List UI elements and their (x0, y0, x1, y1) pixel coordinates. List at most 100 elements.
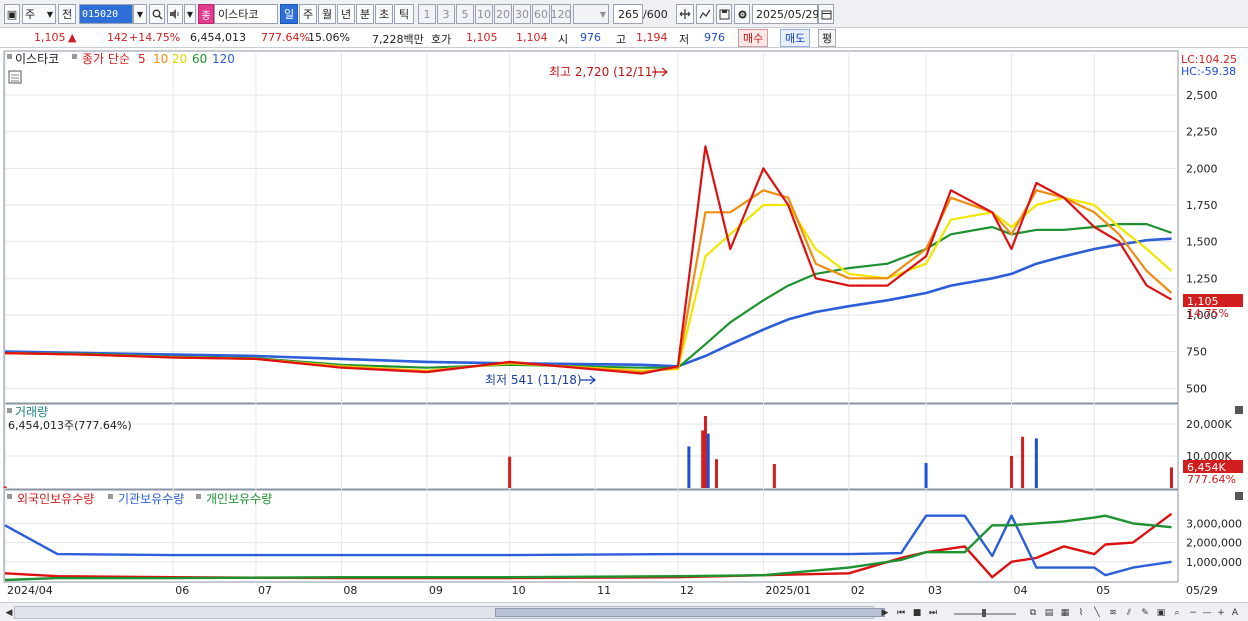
speaker-dropdown-button[interactable]: ▼ (184, 4, 196, 24)
table-icon[interactable]: ▦ (1058, 606, 1072, 620)
code-dropdown-button[interactable]: ▼ (133, 4, 147, 24)
interval-1-button[interactable]: 1 (418, 4, 436, 24)
channel-icon[interactable]: ⫽ (1122, 606, 1136, 620)
scroll-stop-icon[interactable]: ■ (910, 606, 924, 620)
close-panel-icon[interactable] (1235, 406, 1243, 414)
chart-area[interactable]: 500 750 1,000 1,250 1,500 1,750 2,000 2,250 2,50… (0, 48, 1248, 602)
panel-handle-icon[interactable] (72, 54, 77, 59)
layout-icon[interactable]: ▣ (4, 4, 20, 24)
trendline-tool-icon[interactable] (696, 4, 714, 24)
x-tick-label: 2024/04 (7, 584, 53, 597)
ma60-label: 60 (192, 52, 207, 66)
price-y-tick-label: 1,500 (1186, 236, 1218, 249)
period-minute-tab[interactable]: 분 (356, 4, 374, 24)
period-month-tab[interactable]: 월 (318, 4, 336, 24)
chart-svg[interactable]: 5007501,0001,2501,5001,7502,0002,2502,50… (0, 48, 1248, 602)
x-tick-label: 10 (512, 584, 526, 597)
prev-button[interactable]: 전 (58, 4, 76, 24)
copy-icon[interactable]: ⧉ (1026, 606, 1040, 620)
market-select[interactable]: 주 ▼ (22, 4, 56, 24)
volume-bar (3, 486, 7, 488)
legend-institution: 기관보유수량 (118, 492, 184, 506)
interval-120-button[interactable]: 120 (551, 4, 572, 24)
erase-icon[interactable]: ✎ (1138, 606, 1152, 620)
interval-30-button[interactable]: 30 (513, 4, 531, 24)
open-label: 시 (558, 33, 569, 46)
ask-price: 1,105 (466, 31, 498, 44)
scroll-end-icon[interactable]: ⏭ (926, 606, 940, 620)
drawing-icon[interactable]: ⌇ (1074, 606, 1088, 620)
period-day-tab[interactable]: 일 (280, 4, 298, 24)
buy-button[interactable]: 매수 (738, 29, 769, 47)
date-input[interactable]: 2025/05/29 (752, 4, 819, 24)
count-input[interactable]: 265 (613, 4, 643, 24)
font-size-icon[interactable]: A (1228, 606, 1242, 620)
evaluate-button[interactable]: 평 (818, 29, 837, 47)
x-tick-label: 12 (680, 584, 694, 597)
x-tick-label: 02 (851, 584, 865, 597)
scroll-right-icon[interactable]: ▶ (878, 606, 892, 620)
interval-60-button[interactable]: 60 (532, 4, 550, 24)
holding-y-tick-label: 3,000,000 (1186, 517, 1242, 530)
panel-handle-icon[interactable] (7, 494, 12, 499)
low-price: 976 (704, 31, 725, 44)
volume-bar (701, 430, 705, 488)
zoom-in-icon[interactable]: + (1214, 606, 1228, 620)
current-price: 1,105 (34, 31, 66, 44)
period-second-tab[interactable]: 초 (375, 4, 393, 24)
period-week-tab[interactable]: 주 (299, 4, 317, 24)
volume-ratio: 777.64% (261, 31, 310, 44)
zoom-slider-icon[interactable] (950, 606, 1020, 620)
scroll-track[interactable] (14, 606, 885, 619)
x-tick-label: 2025/01 (765, 584, 811, 597)
interval-3-button[interactable]: 3 (437, 4, 455, 24)
high-annotation: 최고 2,720 (12/11) (549, 65, 657, 79)
chart-scrollbar[interactable]: ◀ ▶ ⏮ ■ ⏭ ⧉ ▤ ▦ ⌇ ╲ ≋ ⫽ ✎ ▣ ⌕ − — + A (0, 602, 1248, 621)
calendar-icon[interactable] (818, 4, 834, 24)
holding-y-tick-label: 1,000,000 (1186, 556, 1242, 569)
period-tick-tab[interactable]: 틱 (394, 4, 414, 24)
bidask-label: 호가 (431, 33, 452, 46)
gear-icon[interactable] (734, 4, 750, 24)
x-tick-label: 05 (1096, 584, 1110, 597)
interval-5-button[interactable]: 5 (456, 4, 474, 24)
stock-name-field[interactable]: 이스타코 (214, 4, 278, 24)
hc-label: HC:-59.38 (1181, 65, 1236, 78)
zoom-tool-icon[interactable] (676, 4, 694, 24)
x-tick-label: 04 (1014, 584, 1028, 597)
volume-bar (703, 416, 707, 488)
panel-handle-icon[interactable] (7, 408, 12, 413)
fibonacci-icon[interactable]: ≋ (1106, 606, 1120, 620)
panel-handle-icon[interactable] (7, 54, 12, 59)
sell-button[interactable]: 매도 (780, 29, 811, 47)
interval-custom-select[interactable]: ▼ (573, 4, 609, 24)
zoom-search-icon[interactable]: ⌕ (1170, 606, 1184, 620)
volume-panel-frame (3, 403, 1179, 490)
low-annotation: 최저 541 (11/18) (485, 373, 582, 387)
close-panel-icon[interactable] (1235, 492, 1243, 500)
search-icon[interactable] (149, 4, 165, 24)
volume-pct-tag: 777.64% (1187, 473, 1236, 486)
panel-handle-icon[interactable] (196, 494, 201, 499)
interval-20-button[interactable]: 20 (494, 4, 512, 24)
interval-10-button[interactable]: 10 (475, 4, 493, 24)
speaker-icon[interactable] (167, 4, 183, 24)
stock-code-input[interactable]: 015020 (79, 4, 133, 24)
open-price: 976 (580, 31, 601, 44)
scroll-thumb[interactable] (495, 608, 885, 617)
save-icon[interactable] (716, 4, 732, 24)
image-save-icon[interactable]: ▣ (1154, 606, 1168, 620)
ma5-label: 5 (138, 52, 146, 66)
compare-icon[interactable]: ▤ (1042, 606, 1056, 620)
period-year-tab[interactable]: 년 (337, 4, 355, 24)
scroll-start-icon[interactable]: ⏮ (894, 606, 908, 620)
line-tool-icon[interactable]: ╲ (1090, 606, 1104, 620)
volume-bar (924, 463, 928, 488)
volume-bar (1034, 438, 1038, 488)
panel-handle-icon[interactable] (108, 494, 113, 499)
zoom-out-icon[interactable]: − (1186, 606, 1200, 620)
pct-tag: 14.75% (1187, 307, 1229, 320)
line-minus-icon[interactable]: — (1200, 606, 1214, 620)
holding-y-tick-label: 2,000,000 (1186, 537, 1242, 550)
volume-bar (706, 433, 710, 488)
